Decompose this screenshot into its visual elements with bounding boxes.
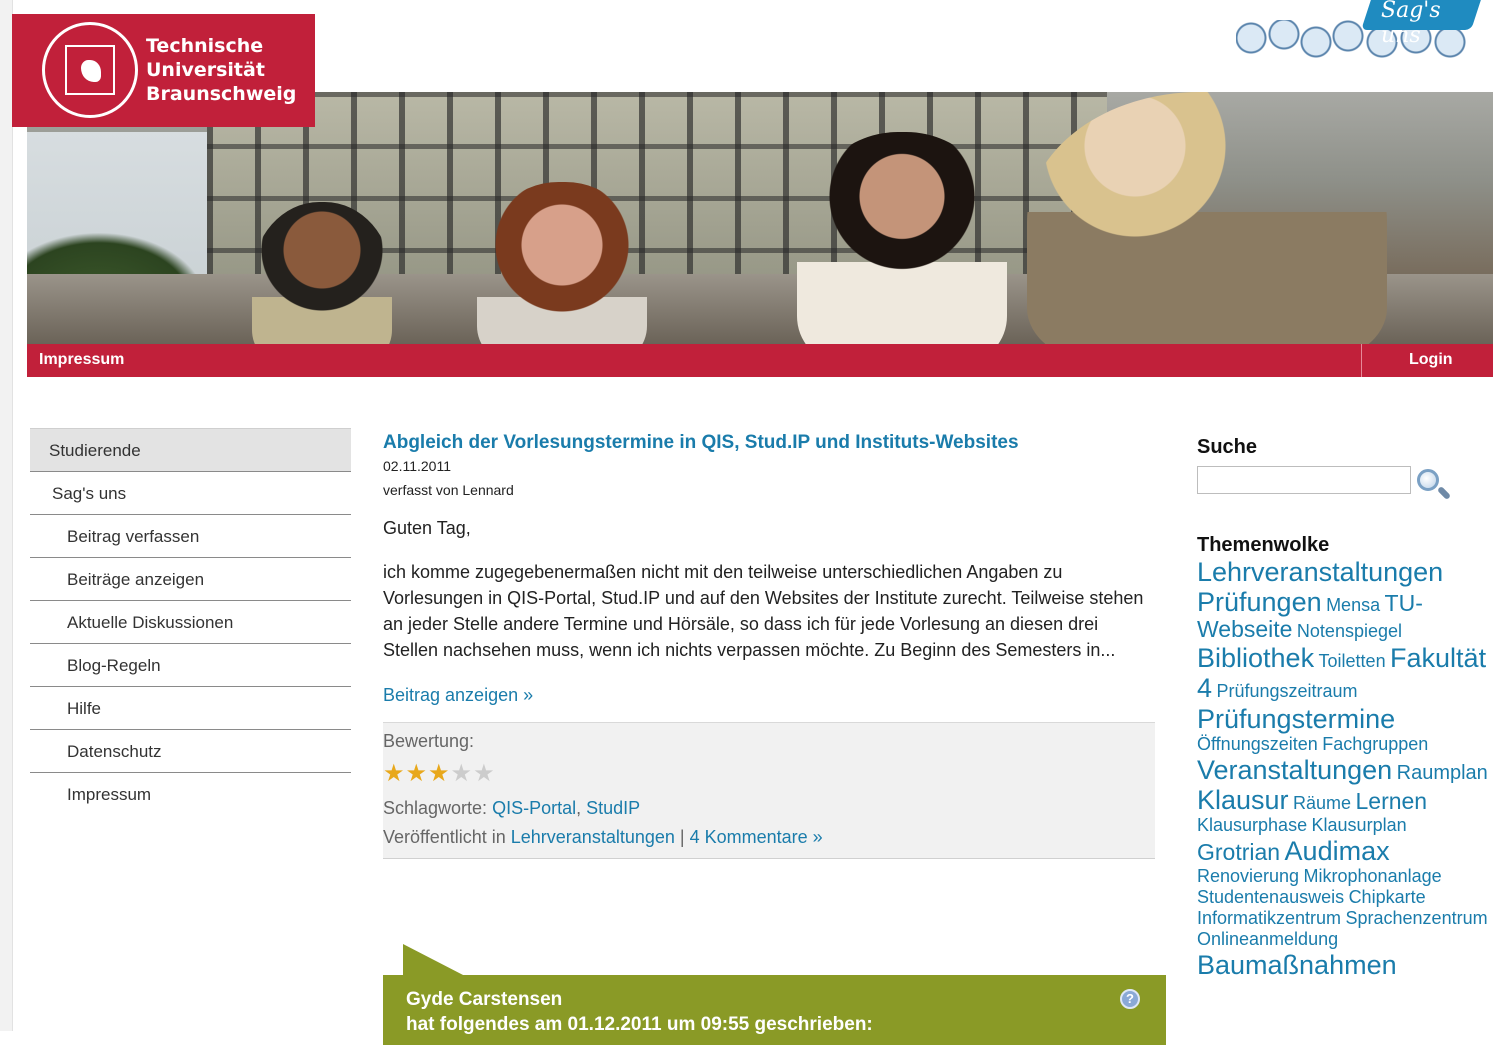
sidebar-item-aktuelle-diskussionen[interactable]: Aktuelle Diskussionen xyxy=(30,601,351,644)
logo-line: Braunschweig xyxy=(146,83,297,105)
banner-student xyxy=(1027,92,1387,344)
post-author: verfasst von Lennard xyxy=(383,482,514,498)
lion-icon xyxy=(81,60,101,82)
header-banner-photo xyxy=(27,92,1493,344)
post-meta-box: Bewertung: ★ ★ ★ ★ ★ Schlagworte: QIS-Portal… xyxy=(383,722,1155,859)
topbar-divider xyxy=(1361,344,1362,377)
comment-bubble-tail xyxy=(403,944,465,976)
tag-cloud-link[interactable]: Prüfungstermine xyxy=(1197,704,1395,734)
tag-separator: , xyxy=(576,798,582,818)
tag-cloud-link[interactable]: Onlineanmeldung xyxy=(1197,929,1338,949)
banner-student xyxy=(477,182,647,344)
tag-cloud-link[interactable]: Klausurphase xyxy=(1197,815,1307,835)
tag-cloud-link[interactable]: Klausurplan xyxy=(1312,815,1407,835)
tag-cloud-link[interactable]: Audimax xyxy=(1285,836,1390,866)
tag-link[interactable]: StudIP xyxy=(586,798,640,818)
rating-stars[interactable]: ★ ★ ★ ★ ★ xyxy=(383,762,1155,786)
meta-separator: | xyxy=(679,827,685,847)
sagsuns-logo-text: Sag's uns xyxy=(1381,0,1441,48)
right-sidebar: Suche Themenwolke Lehrveranstaltungen Pr… xyxy=(1197,436,1493,980)
tu-braunschweig-logo[interactable]: Technische Universität Braunschweig xyxy=(12,14,315,127)
tag-cloud-link[interactable]: Notenspiegel xyxy=(1297,621,1402,641)
tag-cloud-title: Themenwolke xyxy=(1197,534,1330,556)
tag-cloud-link[interactable]: Raumplan xyxy=(1397,762,1488,784)
tag-cloud-link[interactable]: Klausur xyxy=(1197,785,1289,815)
university-seal-icon xyxy=(42,22,138,118)
tag-cloud-link[interactable]: Bibliothek xyxy=(1197,643,1314,673)
sidebar-item-beitraege-anzeigen[interactable]: Beiträge anzeigen xyxy=(30,558,351,601)
sidebar-navigation: Studierende Sag's uns Beitrag verfassen … xyxy=(30,428,351,816)
seal-shield xyxy=(65,45,115,95)
top-navigation-bar: Impressum Login xyxy=(27,344,1493,377)
tag-cloud-link[interactable]: Veranstaltungen xyxy=(1197,755,1392,785)
banner-student xyxy=(252,202,392,344)
tag-cloud-link[interactable]: Sprachenzentrum xyxy=(1346,908,1488,928)
star-icon[interactable]: ★ xyxy=(428,762,450,786)
read-more-link[interactable]: Beitrag anzeigen » xyxy=(383,685,1155,706)
page-left-edge xyxy=(0,0,13,1031)
tag-cloud-link[interactable]: Mensa xyxy=(1326,595,1380,615)
tag-cloud-link[interactable]: Prüfungszeitraum xyxy=(1216,681,1357,701)
category-link[interactable]: Lehrveranstaltungen xyxy=(511,827,675,847)
post-excerpt: ich komme zugegebenermaßen nicht mit den… xyxy=(383,562,1144,660)
comment-subline: hat folgendes am 01.12.2011 um 09:55 ges… xyxy=(406,1014,873,1035)
tag-cloud-link[interactable]: Öffnungszeiten xyxy=(1197,734,1318,754)
search-input[interactable] xyxy=(1197,466,1411,494)
star-icon[interactable]: ★ xyxy=(406,762,428,786)
search-lens xyxy=(1417,469,1439,491)
tags-row: Schlagworte: QIS-Portal, StudIP xyxy=(383,798,1155,819)
tag-cloud-link[interactable]: Informatikzentrum xyxy=(1197,908,1341,928)
banner-student xyxy=(797,132,1007,344)
sidebar-item-blog-regeln[interactable]: Blog-Regeln xyxy=(30,644,351,687)
star-icon[interactable]: ★ xyxy=(383,762,405,786)
sidebar-item-impressum[interactable]: Impressum xyxy=(30,773,351,816)
search-icon[interactable] xyxy=(1415,468,1453,504)
rating-label: Bewertung: xyxy=(383,731,475,751)
tag-cloud-link[interactable]: Grotrian xyxy=(1197,839,1280,865)
tag-cloud-link[interactable]: Lernen xyxy=(1355,788,1427,814)
main-content: Abgleich der Vorlesungstermine in QIS, S… xyxy=(383,428,1155,859)
tag-cloud-link[interactable]: Lehrveranstaltungen xyxy=(1197,557,1443,587)
sidebar-item-sagsuns[interactable]: Sag's uns xyxy=(30,472,351,515)
impressum-link[interactable]: Impressum xyxy=(39,351,124,369)
tag-cloud-link[interactable]: Räume xyxy=(1293,793,1351,813)
logo-line: Universität xyxy=(146,59,265,81)
post-title-link[interactable]: Abgleich der Vorlesungstermine in QIS, S… xyxy=(383,432,1155,454)
tag-cloud-link[interactable]: Prüfungen xyxy=(1197,587,1322,617)
post-date: 02.11.2011 xyxy=(383,458,451,474)
tag-cloud-link[interactable]: Studentenausweis xyxy=(1197,887,1344,907)
published-row: Veröffentlicht in Lehrveranstaltungen | … xyxy=(383,827,1155,848)
sidebar-item-studierende[interactable]: Studierende xyxy=(30,428,351,472)
search-title: Suche xyxy=(1197,436,1258,458)
tag-link[interactable]: QIS-Portal xyxy=(492,798,576,818)
comments-link[interactable]: 4 Kommentare » xyxy=(690,827,823,847)
tag-cloud-link[interactable]: Mikrophonanlage xyxy=(1304,866,1442,886)
published-label: Veröffentlicht in xyxy=(383,827,506,847)
tag-cloud: Lehrveranstaltungen Prüfungen Mensa TU-W… xyxy=(1197,557,1493,980)
sidebar-item-beitrag-verfassen[interactable]: Beitrag verfassen xyxy=(30,515,351,558)
sagsuns-logo[interactable]: Sag's uns xyxy=(1236,0,1481,72)
logo-line: Technische xyxy=(146,35,264,57)
help-icon[interactable]: ? xyxy=(1120,989,1140,1009)
post-greeting: Guten Tag, xyxy=(383,518,471,538)
tag-cloud-link[interactable]: Fachgruppen xyxy=(1322,734,1428,754)
star-icon[interactable]: ★ xyxy=(451,762,473,786)
sidebar-item-datenschutz[interactable]: Datenschutz xyxy=(30,730,351,773)
search-handle xyxy=(1436,485,1452,501)
sidebar-item-hilfe[interactable]: Hilfe xyxy=(30,687,351,730)
tag-cloud-link[interactable]: Toiletten xyxy=(1319,651,1386,671)
tags-label: Schlagworte: xyxy=(383,798,488,818)
star-icon[interactable]: ★ xyxy=(473,762,495,786)
comment-header: Gyde Carstensen hat folgendes am 01.12.2… xyxy=(383,975,1166,1045)
search-row xyxy=(1197,466,1493,502)
login-link[interactable]: Login xyxy=(1409,351,1453,369)
tag-cloud-link[interactable]: Renovierung xyxy=(1197,866,1299,886)
tag-cloud-link[interactable]: Baumaßnahmen xyxy=(1197,950,1397,980)
logo-wordmark: Technische Universität Braunschweig xyxy=(146,34,296,106)
comment-author: Gyde Carstensen xyxy=(406,989,563,1010)
tag-cloud-link[interactable]: Chipkarte xyxy=(1349,887,1426,907)
